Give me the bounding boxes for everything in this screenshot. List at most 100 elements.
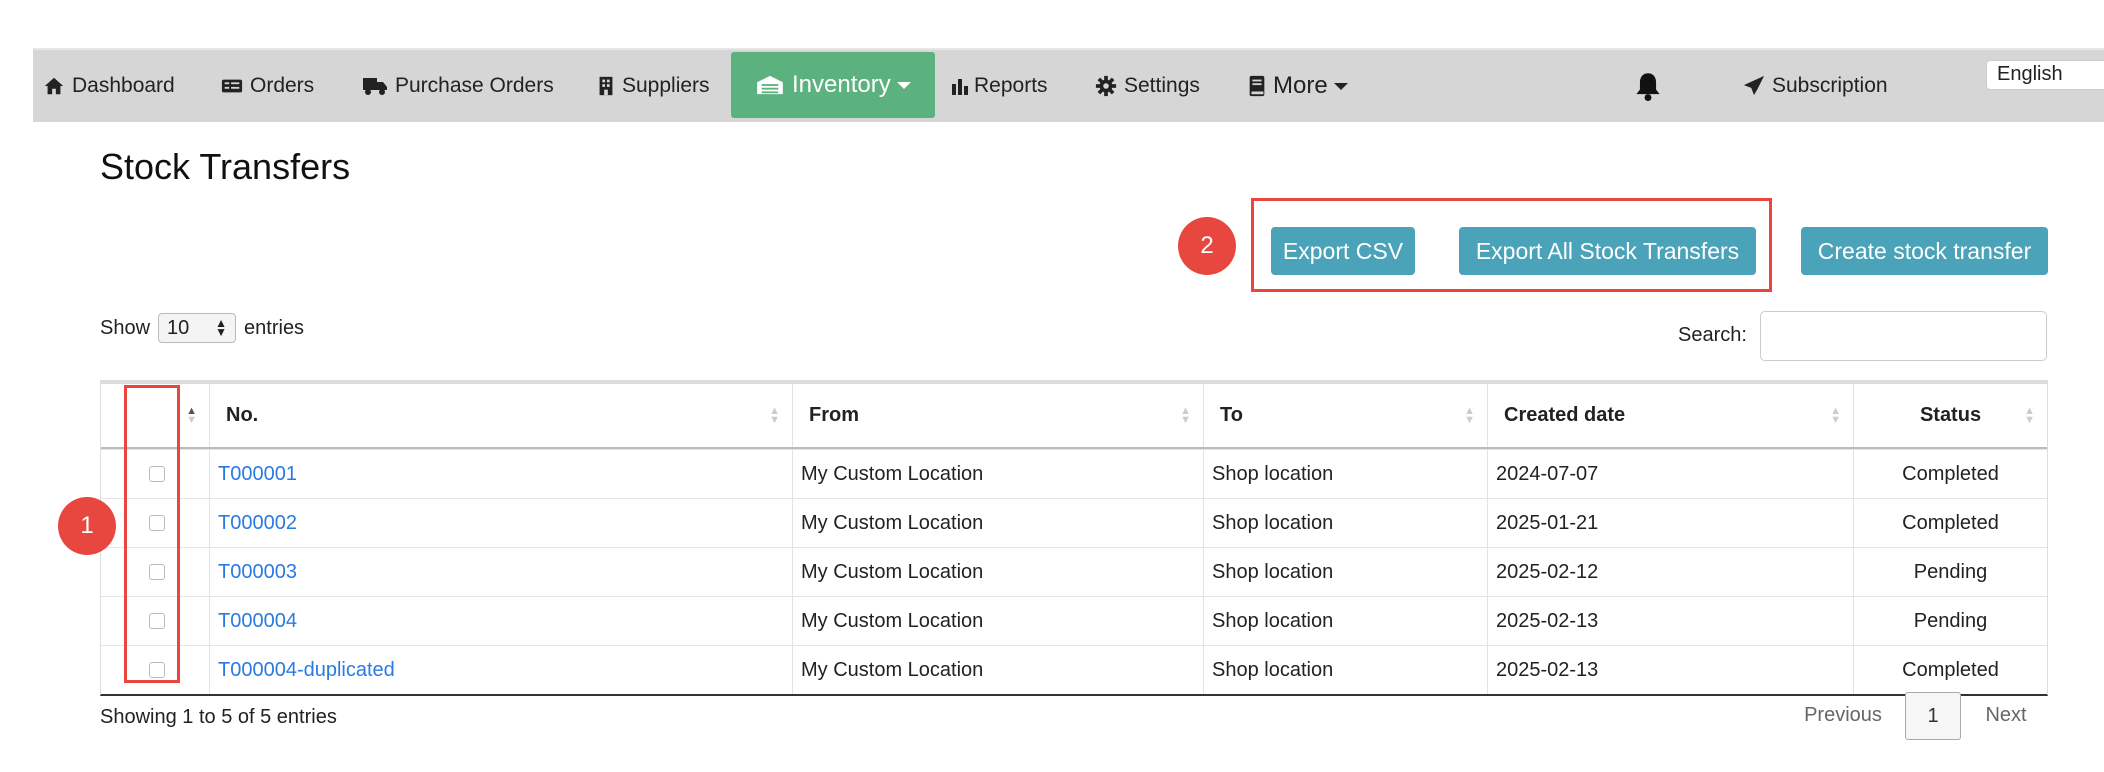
chevron-down-icon [1333,82,1348,90]
status-cell: Completed [1853,646,2047,694]
stock-transfers-table: ▲ ▼ No. ▲ ▼ From ▲ ▼ To ▲ ▼ Created date ▲ ▼ … [100,380,2048,696]
search-input[interactable] [1760,311,2047,361]
export-all-button[interactable]: Export All Stock Transfers [1459,227,1756,275]
sort-icon: ▲ ▼ [2024,404,2035,426]
column-header-status[interactable]: Status ▲ ▼ [1853,384,2047,447]
nav-orders-label: Orders [250,74,315,97]
to-cell: Shop location [1203,499,1487,547]
column-header-label: To [1220,404,1243,426]
created-date-cell: 2024-07-07 [1487,450,1853,498]
nav-more-label: More [1273,72,1328,99]
transfer-link[interactable]: T000003 [218,561,297,584]
sort-asc-icon: ▲ ▼ [186,404,197,426]
top-navbar: Dashboard Orders Purchase Orders Supplie… [33,48,2104,122]
entries-label: entries [244,316,305,339]
nav-purchase-orders-label: Purchase Orders [395,74,554,97]
nav-settings-label: Settings [1124,74,1200,97]
from-cell: My Custom Location [792,548,1203,596]
nav-suppliers-label: Suppliers [622,74,710,97]
warehouse-icon [755,74,785,96]
nav-more[interactable]: More [1248,50,1348,122]
created-date-cell: 2025-02-13 [1487,597,1853,645]
transfer-link[interactable]: T000002 [218,512,297,535]
table-row: T000004 My Custom Location Shop location… [101,596,2047,645]
table-row: T000003 My Custom Location Shop location… [101,547,2047,596]
book-icon [1248,75,1266,97]
column-header-to[interactable]: To ▲ ▼ [1203,384,1487,447]
language-select[interactable]: English [1986,60,2104,90]
page-length-value: 10 [167,316,190,339]
nav-subscription[interactable]: Subscription [1743,50,1888,122]
table-row: T000004-duplicated My Custom Location Sh… [101,645,2047,694]
export-csv-button[interactable]: Export CSV [1271,227,1415,275]
from-cell: My Custom Location [792,646,1203,694]
column-header-created-date[interactable]: Created date ▲ ▼ [1487,384,1853,447]
sort-icon: ▲ ▼ [769,404,780,426]
truck-icon [362,75,388,97]
select-arrows-icon: ▲ ▼ [215,316,228,339]
status-cell: Pending [1853,597,2047,645]
transfer-link[interactable]: T000004 [218,610,297,633]
next-page-button[interactable]: Next [1978,692,2034,738]
created-date-cell: 2025-02-13 [1487,646,1853,694]
page-title: Stock Transfers [100,146,351,187]
nav-settings[interactable]: Settings [1095,50,1200,122]
gear-icon [1095,75,1117,97]
nav-inventory[interactable]: Inventory [731,52,935,118]
no-cell: T000003 [209,548,792,596]
from-cell: My Custom Location [792,499,1203,547]
notifications-button[interactable] [1633,50,1670,122]
to-cell: Shop location [1203,597,1487,645]
created-date-cell: 2025-01-21 [1487,499,1853,547]
annotation-highlight-checkbox-column [124,385,180,683]
status-cell: Pending [1853,548,2047,596]
no-cell: T000002 [209,499,792,547]
to-cell: Shop location [1203,450,1487,498]
sort-icon: ▲ ▼ [1464,404,1475,426]
column-header-label: Created date [1504,404,1626,426]
table-header: ▲ ▼ No. ▲ ▼ From ▲ ▼ To ▲ ▼ Created date ▲ ▼ … [101,381,2047,449]
nav-orders[interactable]: Orders [221,50,314,122]
building-icon [597,75,615,97]
paper-plane-icon [1743,75,1765,97]
previous-page-button[interactable]: Previous [1798,692,1888,738]
nav-suppliers[interactable]: Suppliers [597,50,710,122]
status-cell: Completed [1853,499,2047,547]
bell-icon [1633,71,1663,101]
nav-subscription-label: Subscription [1772,74,1888,97]
create-stock-transfer-button[interactable]: Create stock transfer [1801,227,2048,275]
column-header-from[interactable]: From ▲ ▼ [792,384,1203,447]
column-header-no[interactable]: No. ▲ ▼ [209,384,792,447]
home-icon [43,75,65,97]
transfer-link[interactable]: T000001 [218,463,297,486]
transfer-link[interactable]: T000004-duplicated [218,659,395,682]
no-cell: T000004-duplicated [209,646,792,694]
no-cell: T000001 [209,450,792,498]
table-row: T000002 My Custom Location Shop location… [101,498,2047,547]
nav-inventory-label: Inventory [792,71,891,98]
nav-reports-label: Reports [974,74,1048,97]
from-cell: My Custom Location [792,450,1203,498]
created-date-cell: 2025-02-12 [1487,548,1853,596]
nav-purchase-orders[interactable]: Purchase Orders [362,50,554,122]
status-cell: Completed [1853,450,2047,498]
from-cell: My Custom Location [792,597,1203,645]
sort-icon: ▲ ▼ [1180,404,1191,426]
table-info: Showing 1 to 5 of 5 entries [100,706,337,728]
column-header-label: From [809,404,859,426]
page-length-select[interactable]: 10 ▲ ▼ [158,313,237,343]
column-header-label: Status [1919,404,1982,426]
chevron-down-icon [896,81,911,89]
sort-icon: ▲ ▼ [1830,404,1841,426]
to-cell: Shop location [1203,646,1487,694]
annotation-callout-1: 1 [58,497,116,555]
nav-dashboard[interactable]: Dashboard [43,50,175,122]
no-cell: T000004 [209,597,792,645]
show-label: Show [100,316,151,339]
search-label: Search: [1678,324,1747,346]
nav-reports[interactable]: Reports [951,50,1048,122]
to-cell: Shop location [1203,548,1487,596]
annotation-callout-2: 2 [1178,217,1236,275]
nav-dashboard-label: Dashboard [72,74,175,97]
page-1-button[interactable]: 1 [1905,692,1961,740]
